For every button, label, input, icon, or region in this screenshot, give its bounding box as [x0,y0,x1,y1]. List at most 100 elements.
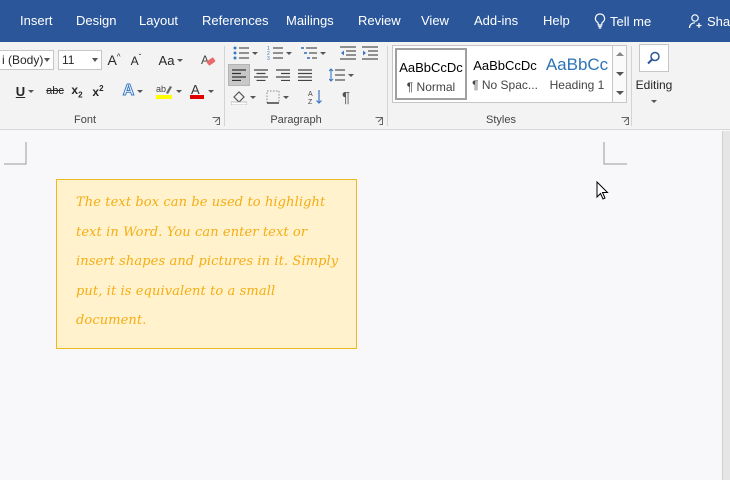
svg-text:A: A [201,53,209,67]
line-spacing-button[interactable] [326,64,356,86]
font-name-value: i (Body) [2,53,44,67]
share-button[interactable]: Shar [688,0,730,42]
scroll-down-icon[interactable] [616,72,624,76]
mouse-pointer-icon [596,181,609,200]
chevron-down-icon [651,100,657,103]
tab-references[interactable]: References [202,0,268,42]
grow-font-icon: A^ [107,52,121,68]
search-icon [647,51,660,65]
change-case-button[interactable]: Aa [156,49,186,71]
crop-mark-top-right-icon [603,142,627,165]
numbering-button[interactable]: 123 [264,42,294,64]
lightbulb-icon [594,13,606,29]
font-name-combo[interactable]: i (Body) [0,50,54,70]
vertical-scrollbar[interactable] [722,131,730,480]
align-left-icon [232,69,246,81]
font-group-label: Font [73,114,96,126]
shrink-font-icon: Aˇ [130,52,142,68]
tab-mailings[interactable]: Mailings [286,0,334,42]
numbering-icon: 123 [267,46,283,60]
ribbon-tab-bar: Insert Design Layout References Mailings… [0,0,730,42]
group-separator [387,46,388,126]
svg-text:Z: Z [308,99,313,105]
decrease-indent-icon [340,46,356,60]
style-name: ¶ Normal [406,80,456,94]
text-box[interactable]: The text box can be used to highlight te… [56,179,357,349]
increase-indent-icon [362,46,378,60]
font-dialog-launcher-icon[interactable] [212,117,220,125]
text-box-content[interactable]: The text box can be used to highlight te… [76,188,346,336]
strikethrough-button[interactable]: abc [45,80,65,102]
align-right-icon [276,69,290,81]
tab-review[interactable]: Review [358,0,401,42]
grow-font-button[interactable]: A^ [105,49,123,71]
line-spacing-icon [328,68,345,82]
tell-me-box[interactable]: Tell me [594,0,651,42]
borders-button[interactable] [262,86,292,108]
find-icon-box [639,44,669,72]
justify-icon [298,69,312,81]
style-no-spacing[interactable]: AaBbCcDc ¶ No Spac... [469,48,541,100]
editing-label: Editing [635,78,673,92]
group-separator [224,46,225,126]
tab-design[interactable]: Design [76,0,116,42]
paragraph-group-label: Paragraph [270,114,322,126]
sort-button[interactable]: AZ [306,86,326,108]
subscript-button[interactable]: x2 [68,80,86,102]
style-name: Heading 1 [549,78,605,92]
more-styles-icon[interactable] [616,91,624,95]
group-separator [631,46,632,126]
editing-button[interactable]: Editing [634,44,674,110]
person-icon [688,14,702,29]
justify-button[interactable] [295,64,315,86]
styles-dialog-launcher-icon[interactable] [621,117,629,125]
tab-layout[interactable]: Layout [139,0,178,42]
styles-gallery-scroll[interactable] [612,46,626,102]
align-right-button[interactable] [273,64,293,86]
subscript-icon: x2 [71,82,83,100]
paragraph-dialog-launcher-icon[interactable] [375,117,383,125]
svg-text:3: 3 [267,56,270,60]
superscript-button[interactable]: x2 [89,80,107,102]
bullets-button[interactable] [230,42,260,64]
align-center-icon [254,69,268,81]
svg-text:A: A [308,91,313,98]
multilevel-list-icon [300,47,317,59]
align-left-button[interactable] [228,64,250,86]
align-center-button[interactable] [251,64,271,86]
style-normal[interactable]: AaBbCcDc ¶ Normal [395,48,467,100]
paint-bucket-icon [230,91,247,105]
styles-gallery: AaBbCcDc ¶ Normal AaBbCcDc ¶ No Spac... … [392,45,627,103]
borders-icon [266,90,279,104]
font-color-button[interactable]: A [186,80,216,102]
superscript-icon: x2 [92,83,104,99]
style-preview: AaBbCc [545,55,609,74]
crop-mark-top-left-icon [4,142,27,165]
increase-indent-button[interactable] [361,42,379,64]
style-preview: AaBbCcDc [473,58,537,73]
decrease-indent-button[interactable] [339,42,357,64]
styles-group-label: Styles [486,114,516,126]
ribbon-home: i (Body) 11 A^ Aˇ Aa A U abc x2 x2 A ab … [0,42,730,130]
tab-insert[interactable]: Insert [20,0,53,42]
clear-formatting-button[interactable]: A [198,49,218,71]
font-size-value: 11 [62,53,75,67]
style-preview: AaBbCcDc [399,60,463,75]
highlighter-icon: ab [155,84,172,99]
style-heading-1[interactable]: AaBbCc Heading 1 [541,48,613,100]
tab-add-ins[interactable]: Add-ins [474,0,518,42]
underline-button[interactable]: U [10,80,40,102]
highlight-color-button[interactable]: ab [152,80,184,102]
share-label: Shar [707,13,730,29]
shrink-font-button[interactable]: Aˇ [127,49,145,71]
tab-view[interactable]: View [421,0,449,42]
scroll-up-icon[interactable] [616,52,624,56]
multilevel-list-button[interactable] [298,42,328,64]
tell-me-label: Tell me [610,13,652,29]
show-hide-marks-button[interactable]: ¶ [336,86,356,108]
tab-help[interactable]: Help [543,0,570,42]
shading-button[interactable] [228,86,258,108]
font-size-combo[interactable]: 11 [58,50,102,70]
text-effects-button[interactable]: A [118,80,148,102]
sort-icon: AZ [308,90,322,105]
